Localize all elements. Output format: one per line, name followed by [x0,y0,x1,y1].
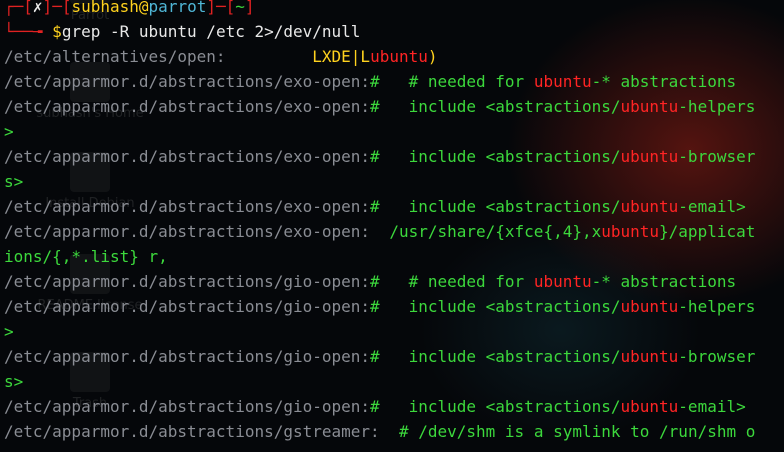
match-highlight: ubuntu [601,222,660,241]
result-path: /etc/apparmor.d/abstractions/exo-open: [4,72,371,91]
output-line: s> [4,369,784,394]
match-highlight: ubuntu [533,72,592,91]
result-text: # # needed for [370,72,534,91]
result-text: -email> [678,197,746,216]
output-line: /etc/apparmor.d/abstractions/exo-open:# … [4,144,784,169]
match-highlight: ubuntu [620,347,679,366]
terminal-output: ┌─[✗]─[subhash@parrot]─[~] └──╼ $grep -R… [4,0,784,444]
result-text: -browser [678,347,756,366]
result-path: /etc/apparmor.d/abstractions/gio-open: [4,297,371,316]
result-text: -* abstractions [591,272,737,291]
prompt-header: ┌─[✗]─[subhash@parrot]─[~] [4,0,784,19]
result-path: /etc/apparmor.d/abstractions/gio-open: [4,272,371,291]
match-highlight: ubuntu [620,197,679,216]
result-text: }/applicat [659,222,756,241]
command-line[interactable]: └──╼ $grep -R ubuntu /etc 2>/dev/null [4,19,784,44]
result-text: # include <abstractions/ [370,397,621,416]
grep-results: /etc/alternatives/open: LXDE|Lubuntu)/et… [4,44,784,444]
prompt-corner: ┌─ [4,0,24,16]
prompt-user: subhash [71,0,139,16]
result-text: # /dev/shm is a symlink to /run/shm o [379,422,756,441]
output-line: /etc/apparmor.d/abstractions/gstreamer: … [4,419,784,444]
prompt-bracket: ] [206,0,216,16]
prompt-bracket: ] [244,0,255,16]
match-highlight: ubuntu [620,97,679,116]
result-text: -helpers [678,97,756,116]
result-text: > [4,322,14,341]
prompt-dash: ─ [215,0,226,16]
result-text: # # needed for [370,272,534,291]
result-path: /etc/apparmor.d/abstractions/exo-open: [4,97,371,116]
result-text: # include <abstractions/ [370,347,621,366]
result-path: /etc/apparmor.d/abstractions/exo-open: [4,197,371,216]
output-line: > [4,119,784,144]
match-highlight: ubuntu [533,272,592,291]
result-text: s> [4,172,24,191]
prompt-bracket: ] [42,0,53,16]
result-text: -* abstractions [591,72,737,91]
output-line: /etc/apparmor.d/abstractions/gio-open:# … [4,294,784,319]
prompt-dir: ~ [235,0,245,16]
exit-status-icon: ✗ [32,0,43,16]
result-path: /etc/alternatives/open: [4,47,226,66]
output-line: /etc/apparmor.d/abstractions/exo-open:# … [4,69,784,94]
output-line: /etc/apparmor.d/abstractions/exo-open:# … [4,194,784,219]
result-text: -helpers [678,297,756,316]
match-highlight: ubuntu [620,297,679,316]
output-line: /etc/apparmor.d/abstractions/exo-open: /… [4,219,784,244]
output-line: /etc/apparmor.d/abstractions/gio-open:# … [4,269,784,294]
output-line: /etc/apparmor.d/abstractions/gio-open:# … [4,344,784,369]
result-text: ions/{,*.list} r, [4,247,168,266]
terminal-window[interactable]: Parrot subhash's Home Install Debian REA… [0,0,784,452]
result-text: # include <abstractions/ [370,147,621,166]
result-text: ) [427,47,438,66]
command-text[interactable]: grep -R ubuntu /etc 2>/dev/null [62,22,361,41]
result-text: # include <abstractions/ [370,97,621,116]
result-text: > [4,122,14,141]
output-line: /etc/alternatives/open: LXDE|Lubuntu) [4,44,784,69]
result-path: /etc/apparmor.d/abstractions/exo-open: [4,147,371,166]
result-text: s> [4,372,24,391]
result-text: -browser [678,147,756,166]
prompt-at: @ [138,0,149,16]
result-text: -email> [678,397,746,416]
prompt-bracket: [ [225,0,236,16]
output-line: ions/{,*.list} r, [4,244,784,269]
result-text: /usr/share/{xfce{,4},x [370,222,602,241]
prompt-bracket: [ [23,0,33,16]
output-line: /etc/apparmor.d/abstractions/gio-open:# … [4,394,784,419]
match-highlight: ubuntu [620,397,679,416]
result-path: /etc/apparmor.d/abstractions/gio-open: [4,397,371,416]
prompt-dash: ─ [52,0,62,16]
output-line: > [4,319,784,344]
result-path: /etc/apparmor.d/abstractions/exo-open: [4,222,371,241]
result-text: LXDE|L [225,47,371,66]
match-highlight: ubuntu [620,147,679,166]
result-text: # include <abstractions/ [370,297,621,316]
prompt-dollar: $ [52,22,62,41]
prompt-arrow-icon: └──╼ [4,22,53,41]
result-path: /etc/apparmor.d/abstractions/gstreamer: [4,422,380,441]
result-path: /etc/apparmor.d/abstractions/gio-open: [4,347,371,366]
prompt-host: parrot [148,0,207,16]
output-line: s> [4,169,784,194]
output-line: /etc/apparmor.d/abstractions/exo-open:# … [4,94,784,119]
result-text: # include <abstractions/ [370,197,621,216]
match-highlight: ubuntu [370,47,428,66]
